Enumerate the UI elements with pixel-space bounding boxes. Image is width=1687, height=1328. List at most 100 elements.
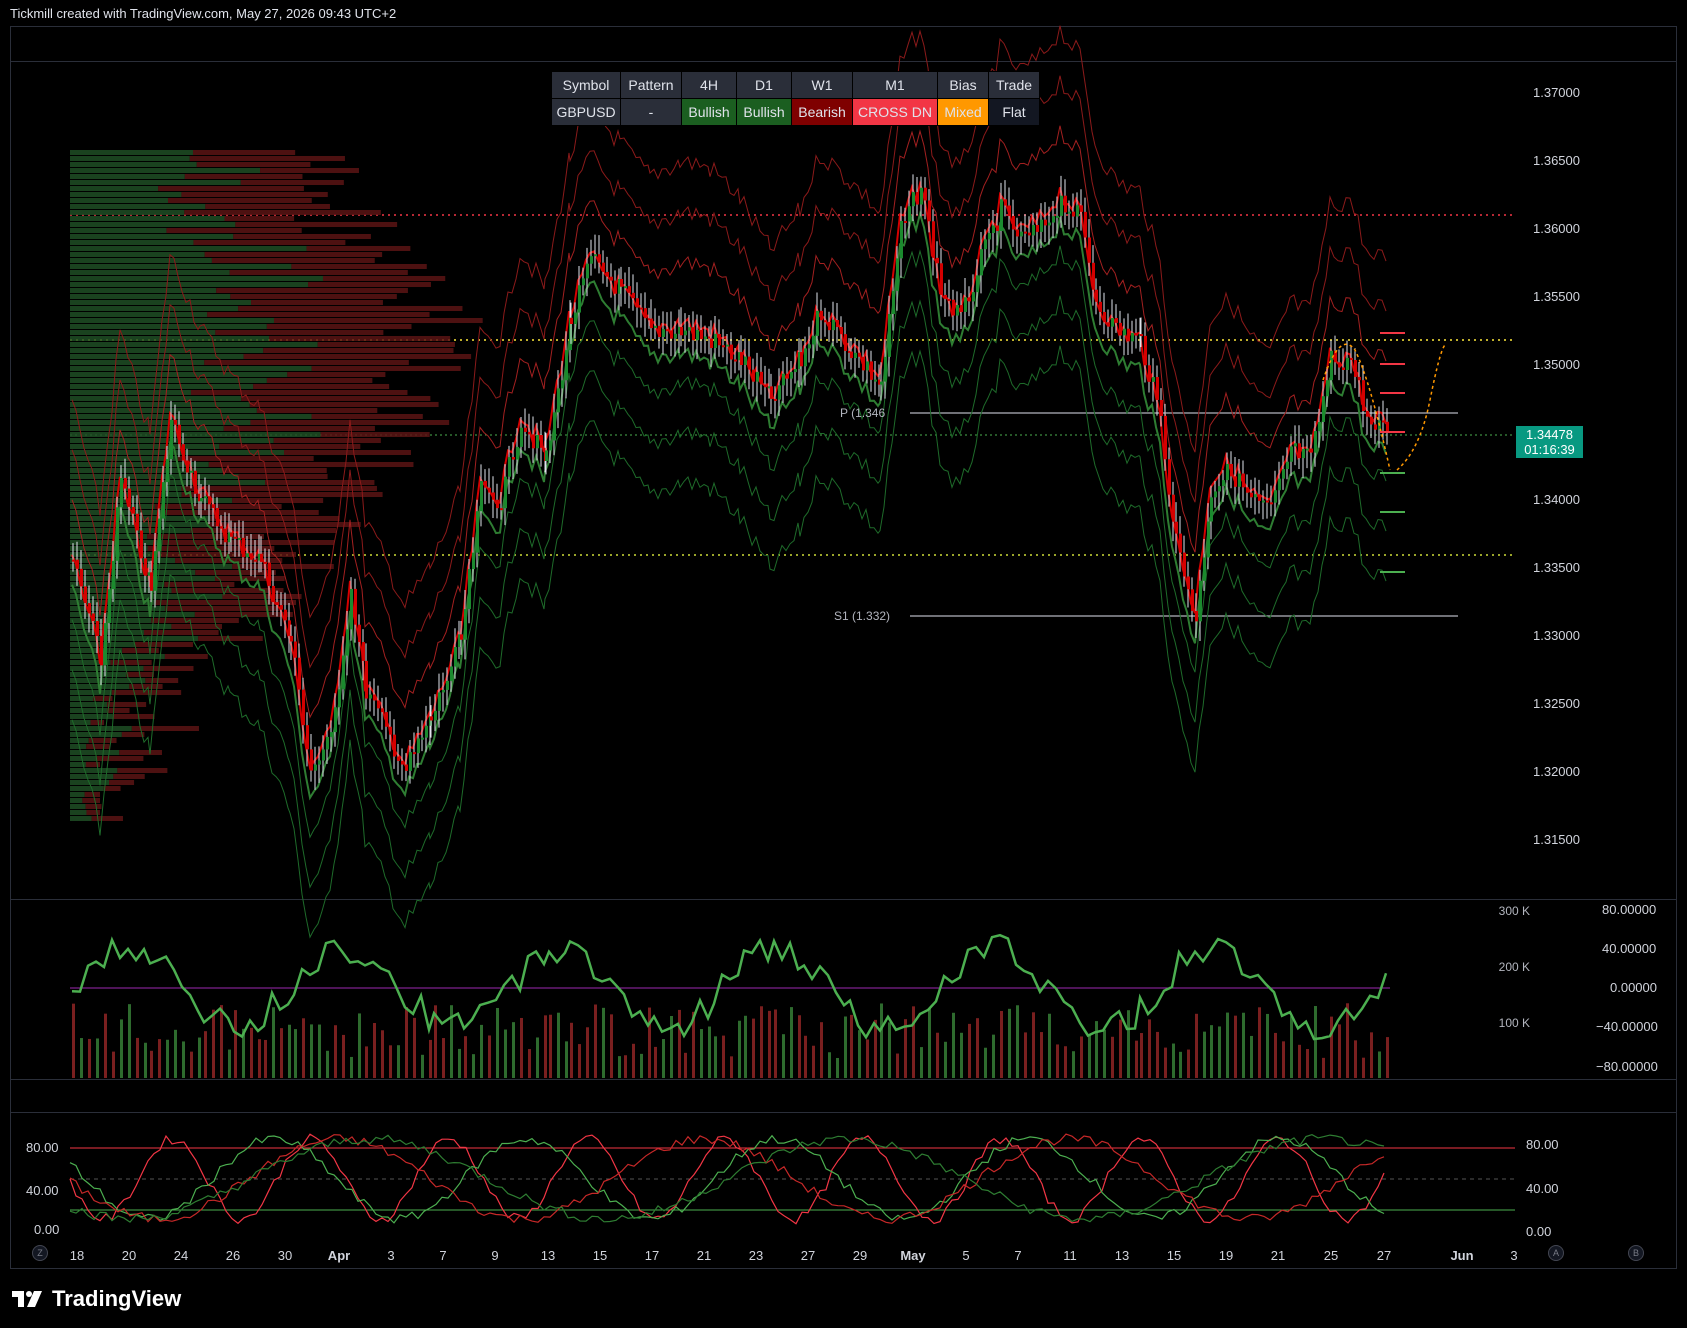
candle-body [1250, 492, 1253, 498]
volume-bar [182, 1041, 185, 1078]
volume-profile-bar [70, 150, 193, 155]
candle-body [322, 749, 325, 761]
auto-scale-toggle[interactable]: A [1548, 1245, 1564, 1261]
volume-bar [350, 1056, 353, 1078]
table-cell-symbol: GBPUSD [551, 98, 621, 126]
candle-body [1310, 448, 1313, 453]
volume-profile-bar [256, 408, 378, 413]
tradingview-logo-text: TradingView [52, 1286, 182, 1311]
candle-body [381, 708, 384, 713]
volume-profile-bar [317, 342, 455, 347]
candle-body [952, 299, 955, 316]
volume-bar [234, 1010, 237, 1078]
candle-body [144, 558, 147, 576]
date-axis-label: Jun [1450, 1248, 1474, 1263]
volume-bar [1140, 1033, 1143, 1078]
candle-body [512, 457, 515, 460]
volume-profile-bar [195, 570, 276, 575]
volume-bar [128, 1004, 131, 1078]
table-cell-bias: Mixed [937, 98, 989, 126]
volume-profile-bar [70, 456, 178, 461]
scale-toggle-b[interactable]: B [1628, 1245, 1644, 1261]
candle-body [1064, 195, 1067, 213]
volume-bar [144, 1042, 147, 1078]
volume-bar [1135, 1040, 1138, 1078]
candle-body [1374, 424, 1377, 430]
volume-bar [166, 1039, 169, 1078]
candle-body [670, 330, 673, 339]
volume-profile-bar [70, 702, 108, 707]
candle-body [800, 352, 803, 367]
candle-body [1218, 486, 1221, 492]
volume-profile-bar [70, 306, 239, 311]
candle-body [1214, 491, 1217, 498]
volume-profile-bar [241, 396, 431, 401]
last-price-badge: 1.34478 01:16:39 [1516, 426, 1583, 458]
candle-body [224, 528, 227, 543]
volume-profile-bar [235, 222, 398, 227]
volume-profile-bar [287, 372, 386, 377]
candle-body [158, 518, 161, 552]
candle-body [1358, 376, 1361, 381]
volume-profile-bar [184, 174, 303, 179]
candle-body [1115, 318, 1118, 323]
candle-body [824, 320, 827, 323]
volume-bar [1362, 1057, 1365, 1078]
volume-profile-bar [238, 306, 463, 311]
volume-profile-bar [90, 720, 105, 725]
volume-bar [1290, 1016, 1293, 1078]
candle-body [1127, 328, 1130, 342]
volume-bar [1016, 1005, 1019, 1078]
volume-profile-bar [311, 366, 461, 371]
log-scale-toggle[interactable]: Z [32, 1245, 48, 1261]
date-axis-label: 7 [439, 1248, 447, 1263]
candle-body [92, 613, 95, 622]
candle-body [794, 369, 797, 373]
candle-body [944, 294, 947, 299]
candle-body [1144, 335, 1147, 366]
volume-bar [920, 1047, 923, 1078]
candle-body [409, 752, 412, 771]
candle-body [866, 361, 869, 371]
candle-body [290, 635, 293, 642]
candle-body [1330, 350, 1333, 381]
candle-body [1103, 311, 1106, 323]
candle-body [1148, 365, 1151, 382]
candle-body [1362, 380, 1365, 412]
volume-bar [960, 1032, 963, 1078]
candle-body [582, 278, 585, 286]
candle-body [996, 225, 999, 231]
price-chart-canvas[interactable] [0, 0, 1687, 1328]
date-axis-label: 18 [69, 1248, 85, 1263]
candle-body [553, 412, 556, 441]
candle-body [640, 307, 643, 310]
volume-bar [654, 1046, 657, 1078]
volume-profile-bar [265, 480, 375, 485]
candle-body [1350, 357, 1353, 361]
volume-profile-bar [70, 318, 274, 323]
table-cell-w1: Bearish [791, 98, 853, 126]
volume-bar [752, 1018, 755, 1078]
candle-body [1088, 237, 1091, 263]
candle-body [1234, 476, 1237, 487]
candle-body [520, 427, 523, 447]
candle-body [1056, 215, 1059, 218]
volume-bar [896, 1053, 899, 1078]
volume-profile-bar [70, 678, 146, 683]
volume-bar [722, 1035, 725, 1078]
candle-body [850, 351, 853, 359]
candle-body [1262, 500, 1265, 503]
candle-body [1187, 576, 1190, 590]
volume-bar [912, 1006, 915, 1078]
candle-body [488, 487, 491, 493]
candle-body [460, 634, 463, 640]
table-header-m1: M1 [852, 71, 938, 99]
volume-bar [1218, 1026, 1221, 1078]
candle-body [960, 305, 963, 312]
volume-bar [844, 1016, 847, 1078]
volume-profile-bar [70, 264, 292, 269]
tradingview-logo[interactable]: TradingView [12, 1286, 181, 1312]
volume-bar [774, 1009, 777, 1078]
volume-bar [250, 1027, 253, 1078]
volume-profile-bar [70, 546, 148, 551]
